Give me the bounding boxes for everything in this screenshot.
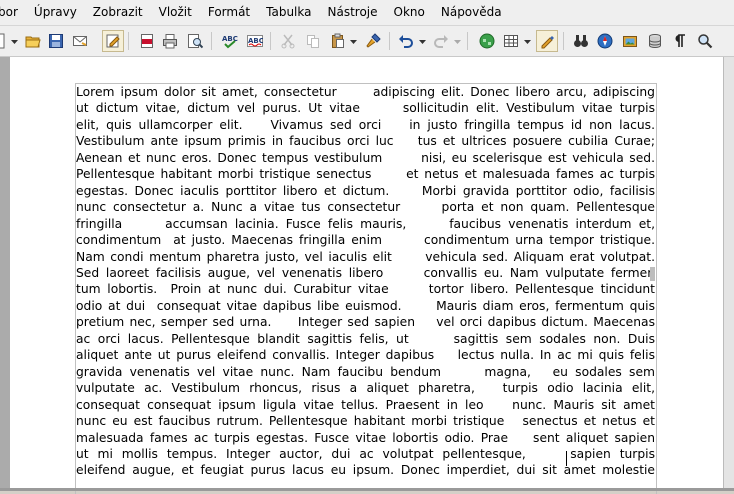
menu-view[interactable]: Zobrazit bbox=[85, 0, 151, 25]
hyperlink-button[interactable] bbox=[476, 30, 498, 52]
table-button[interactable] bbox=[500, 30, 522, 52]
text-line: Nam condi mentum pharetra justo, vel iac… bbox=[76, 249, 655, 264]
text-line: Aenean et nunc eros. Donec tempus vestib… bbox=[76, 150, 655, 165]
cut-button[interactable] bbox=[277, 30, 299, 52]
print-icon bbox=[163, 34, 177, 49]
paste-icon bbox=[332, 33, 344, 48]
email-icon bbox=[73, 36, 87, 46]
save-icon bbox=[49, 34, 63, 48]
zoom-button[interactable] bbox=[694, 30, 716, 52]
menu-tools[interactable]: Nástroje bbox=[320, 0, 386, 25]
text-line: ac orci lacus. Pellentesque blandit sagi… bbox=[76, 331, 655, 346]
text-line: pretium nec, semper sed urna. Integer se… bbox=[76, 315, 655, 330]
text-line: vulputate ac. Vestibulum rhoncus, risus … bbox=[76, 381, 655, 396]
gallery-button[interactable] bbox=[619, 30, 641, 52]
text-line: eleifend augue, et feugiat purus lacus e… bbox=[76, 463, 655, 478]
text-line: fringilla accumsan lacinia. Fusce felis … bbox=[76, 216, 655, 231]
export-pdf-button[interactable] bbox=[136, 30, 158, 52]
undo-icon bbox=[399, 35, 413, 48]
paste-dropdown-arrow-icon[interactable] bbox=[350, 40, 357, 45]
text-line: elit, quis ullamcorper elit. Vivamus sed… bbox=[76, 117, 655, 132]
text-line: malesuada fames ac turpis egestas. Fusce… bbox=[76, 430, 655, 445]
text-line: ut dictum vitae, dictum vel purus. Ut vi… bbox=[76, 101, 655, 116]
copy-button[interactable] bbox=[302, 30, 324, 52]
document-workspace[interactable]: Lorem ipsum dolor sit amet, consectetur … bbox=[0, 57, 734, 494]
find-replace-button[interactable] bbox=[570, 30, 592, 52]
spellcheck-icon: ABC bbox=[222, 35, 238, 49]
redo-icon bbox=[434, 35, 448, 48]
menu-window[interactable]: Okno bbox=[386, 0, 433, 25]
navigator-button[interactable] bbox=[594, 30, 616, 52]
format-paintbrush-icon bbox=[366, 33, 381, 48]
data-sources-icon bbox=[649, 34, 661, 49]
text-line: egestas. Donec iaculis porttitor libero … bbox=[76, 183, 655, 198]
text-line: consequat consequat ipsum ligula vitae t… bbox=[76, 397, 655, 412]
autospellcheck-icon: ABC bbox=[247, 35, 263, 47]
undo-button[interactable] bbox=[395, 30, 417, 52]
paste-button[interactable] bbox=[327, 30, 349, 52]
text-line: Vestibulum ante ipsum primis in faucibus… bbox=[76, 134, 655, 149]
redo-button[interactable] bbox=[430, 30, 452, 52]
data-sources-button[interactable] bbox=[644, 30, 666, 52]
text-line: nunc consectetur a. Nunc a vitae tus con… bbox=[76, 200, 655, 215]
document-page[interactable]: Lorem ipsum dolor sit amet, consectetur … bbox=[10, 57, 724, 494]
open-button[interactable] bbox=[22, 30, 44, 52]
page-preview-icon bbox=[188, 34, 203, 49]
menu-edit[interactable]: Úpravy bbox=[26, 0, 85, 25]
redo-dropdown-arrow-icon[interactable] bbox=[454, 40, 461, 45]
clone-formatting-button[interactable] bbox=[362, 30, 384, 52]
draw-functions-button[interactable] bbox=[536, 30, 558, 52]
navigator-compass-icon bbox=[597, 33, 613, 49]
standard-toolbar: ABC ABC bbox=[0, 26, 734, 57]
email-button[interactable] bbox=[69, 30, 91, 52]
menu-format[interactable]: Formát bbox=[200, 0, 258, 25]
menu-help[interactable]: Nápověda bbox=[433, 0, 510, 25]
open-folder-icon bbox=[25, 36, 41, 48]
text-line: Pellentesque habitant morbi tristique se… bbox=[76, 167, 655, 182]
menu-file[interactable]: bor bbox=[0, 0, 26, 25]
spellcheck-button[interactable]: ABC bbox=[219, 30, 241, 52]
text-line: nunc eu est faucibus rutrum. Pellentesqu… bbox=[76, 414, 655, 429]
menu-insert[interactable]: Vložit bbox=[151, 0, 200, 25]
save-button[interactable] bbox=[45, 30, 67, 52]
undo-dropdown-arrow-icon[interactable] bbox=[419, 40, 426, 45]
new-document-icon bbox=[0, 33, 5, 49]
print-button[interactable] bbox=[159, 30, 181, 52]
table-dropdown-arrow-icon[interactable] bbox=[524, 40, 531, 45]
text-line: tum lobortis. Proin at nunc dui. Curabit… bbox=[76, 282, 655, 297]
text-line: Lorem ipsum dolor sit amet, consectetur … bbox=[76, 85, 655, 99]
copy-icon bbox=[307, 35, 319, 48]
gallery-icon bbox=[623, 36, 637, 47]
vertical-scrollbar[interactable] bbox=[723, 57, 734, 491]
navigator-globe-icon bbox=[479, 33, 495, 49]
document-body[interactable]: Lorem ipsum dolor sit amet, consectetur … bbox=[76, 84, 655, 479]
menu-table[interactable]: Tabulka bbox=[258, 0, 319, 25]
text-cursor bbox=[566, 451, 567, 466]
cut-icon bbox=[281, 34, 295, 49]
text-line: Sed laoreet facilisis augue, vel venenat… bbox=[76, 265, 655, 280]
text-line: odio at dui consequat vitae dapibus libe… bbox=[76, 298, 655, 313]
formatting-marks-button[interactable] bbox=[669, 30, 691, 52]
draw-functions-icon bbox=[541, 36, 554, 49]
export-pdf-icon bbox=[141, 34, 153, 48]
edit-mode-button[interactable] bbox=[102, 30, 124, 52]
new-document-button[interactable] bbox=[0, 30, 10, 52]
hyphenation-marker bbox=[650, 267, 655, 281]
text-line: ut mi mollis tempus. Integer auctor, dui… bbox=[76, 446, 655, 461]
formatting-marks-icon bbox=[675, 34, 685, 47]
new-dropdown-arrow-icon[interactable] bbox=[11, 40, 18, 45]
autospellcheck-button[interactable]: ABC bbox=[244, 30, 266, 52]
text-line: aliquet ante ut purus eleifend convallis… bbox=[76, 348, 655, 363]
text-line: condimentum at justo. Maecenas fringilla… bbox=[76, 233, 655, 248]
menu-bar: bor Úpravy Zobrazit Vložit Formát Tabulk… bbox=[0, 0, 734, 26]
text-line: gravida venenatis vel vitae nunc. Nam fa… bbox=[76, 364, 655, 379]
zoom-icon bbox=[698, 34, 713, 49]
page-preview-button[interactable] bbox=[184, 30, 206, 52]
table-icon bbox=[504, 35, 518, 47]
find-binoculars-icon bbox=[574, 35, 588, 47]
edit-mode-icon bbox=[106, 34, 120, 48]
